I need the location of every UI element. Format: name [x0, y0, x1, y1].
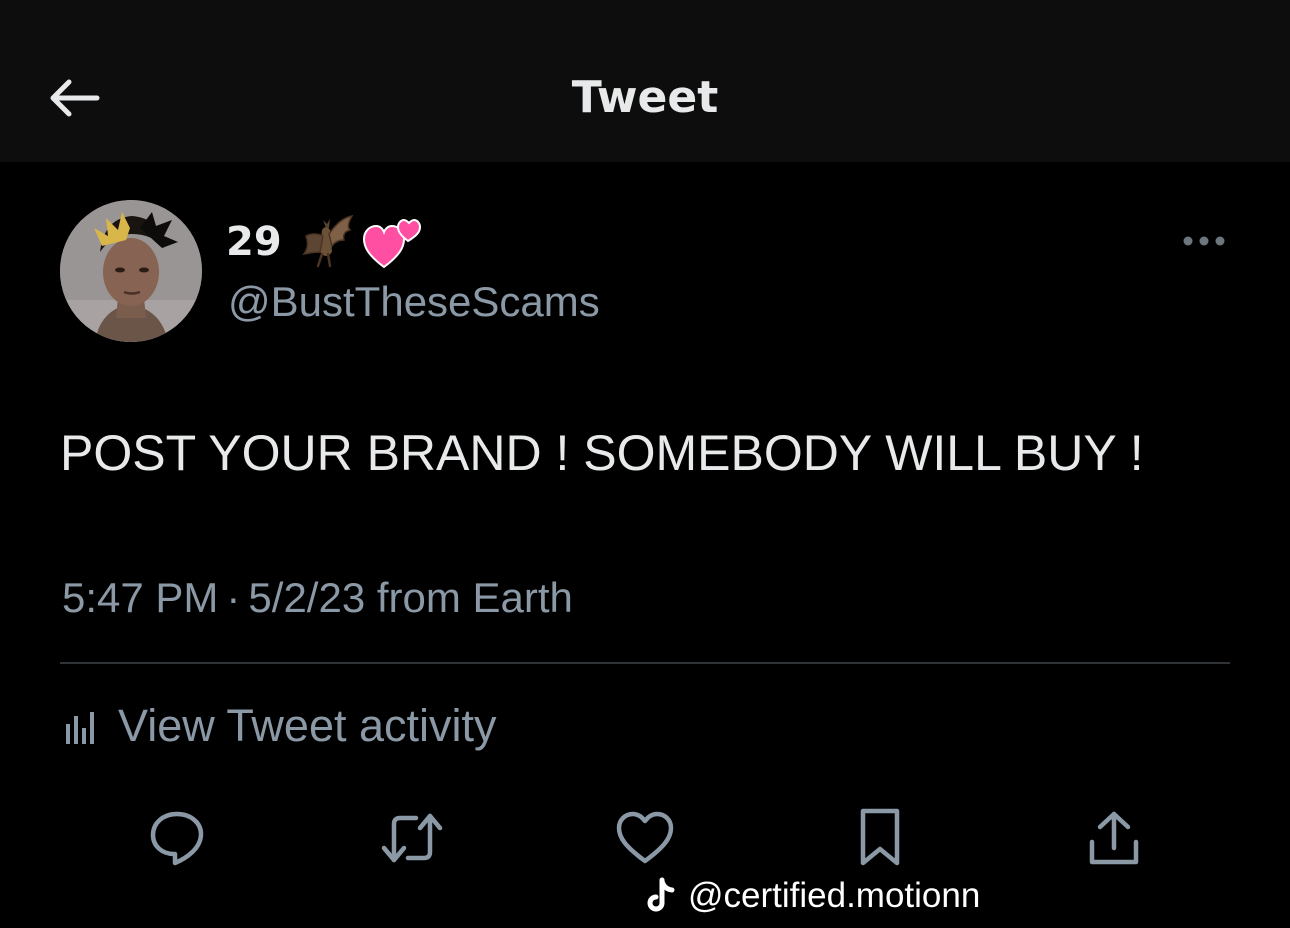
bookmark-button[interactable]: [848, 806, 912, 870]
user-handle[interactable]: @BustTheseScams: [228, 278, 600, 326]
view-tweet-activity-link[interactable]: View Tweet activity: [60, 698, 497, 754]
like-button[interactable]: [613, 806, 677, 870]
tweet-time: 5:47 PM: [62, 574, 219, 621]
activity-label: View Tweet activity: [118, 700, 497, 751]
tiktok-logo-icon: [647, 877, 675, 912]
meta-separator: ·: [226, 574, 241, 621]
more-dots-icon: [1183, 236, 1225, 246]
like-heart-icon: [616, 811, 674, 864]
tweet-date-source: 5/2/23 from Earth: [248, 574, 573, 621]
tweet-text: POST YOUR BRAND ! SOMEBODY WILL BUY !: [60, 425, 1144, 481]
share-button[interactable]: [1082, 806, 1146, 870]
more-options-button[interactable]: [1176, 226, 1232, 256]
watermark-text: @certified.motionn: [688, 876, 981, 915]
reply-button[interactable]: [145, 806, 209, 870]
avatar[interactable]: [60, 200, 202, 342]
retweet-button[interactable]: [380, 806, 444, 870]
profile-photo: [60, 200, 202, 342]
bar-chart-icon: [66, 712, 94, 744]
divider: [60, 662, 1230, 664]
display-name-text: 29: [226, 219, 282, 265]
reply-icon: [150, 811, 204, 866]
retweet-icon: [381, 813, 443, 863]
bat-icon: [301, 214, 354, 268]
page-title: Tweet: [571, 72, 719, 123]
bookmark-icon: [860, 808, 900, 866]
display-name[interactable]: 29: [226, 212, 424, 272]
two-hearts-icon: [362, 218, 421, 269]
tweet-timestamp[interactable]: 5:47 PM · 5/2/23 from Earth: [62, 574, 573, 622]
top-bar: Tweet: [0, 0, 1290, 162]
name-emojis: [296, 211, 424, 273]
tiktok-watermark: @certified.motionn: [644, 872, 980, 920]
share-icon: [1089, 811, 1139, 865]
